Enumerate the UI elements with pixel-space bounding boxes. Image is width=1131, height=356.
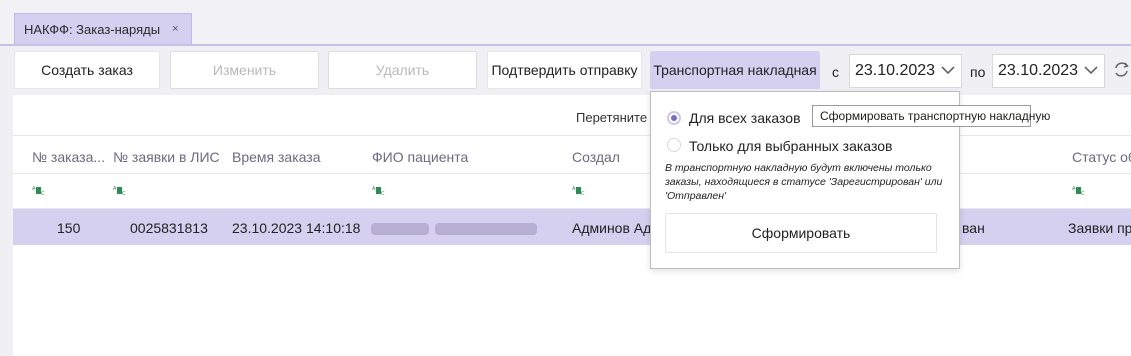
svg-text:A: A — [32, 186, 36, 192]
svg-text:A: A — [113, 186, 117, 192]
radio-all-orders[interactable] — [667, 111, 681, 125]
delete-button[interactable]: Удалить — [328, 51, 477, 89]
date-from-value: 23.10.2023 — [855, 62, 936, 79]
tab-strip: НАКФФ: Заказ-наряды × — [0, 0, 1131, 46]
date-from-input[interactable]: 23.10.2023 — [849, 54, 962, 88]
radio-selected-orders[interactable] — [667, 138, 681, 152]
cell-lis-no: 0025831813 — [130, 220, 208, 236]
generate-button[interactable]: Сформировать — [665, 213, 937, 253]
divider — [13, 173, 1131, 174]
cell-order-status: Заявки пр — [1068, 220, 1131, 236]
svg-text:A: A — [372, 186, 376, 192]
abc-filter-icon[interactable]: AC — [32, 185, 46, 196]
confirm-send-button[interactable]: Подтвердить отправку — [487, 51, 642, 89]
date-to-input[interactable]: 23.10.2023 — [992, 54, 1105, 88]
cell-order-time: 23.10.2023 14:10:18 — [232, 220, 361, 236]
group-panel-hint: Перетяните — [576, 110, 648, 125]
svg-text:C: C — [1081, 191, 1085, 196]
create-order-button[interactable]: Создать заказ — [14, 51, 160, 89]
svg-text:A: A — [1072, 186, 1076, 192]
option-selected-orders-label[interactable]: Только для выбранных заказов — [689, 138, 892, 154]
svg-text:C: C — [122, 191, 126, 196]
svg-text:C: C — [381, 191, 385, 196]
close-icon[interactable]: × — [172, 23, 178, 35]
column-header-lis-no[interactable]: № заявки в ЛИС — [113, 149, 220, 165]
svg-text:C: C — [581, 191, 585, 196]
tab-orders[interactable]: НАКФФ: Заказ-наряды × — [14, 13, 192, 44]
column-header-patient[interactable]: ФИО пациента — [372, 149, 468, 165]
column-header-order-no[interactable]: № заказа... — [32, 149, 105, 165]
chevron-down-icon[interactable] — [1082, 61, 1100, 84]
date-to-value: 23.10.2023 — [998, 62, 1079, 79]
cell-creator: Админов Ад — [572, 220, 652, 236]
date-from-label: с — [832, 64, 839, 80]
column-header-order-status[interactable]: Статус об — [1072, 149, 1131, 165]
option-all-orders-label[interactable]: Для всех заказов — [689, 110, 801, 126]
svg-text:C: C — [41, 191, 45, 196]
svg-text:A: A — [572, 186, 576, 192]
column-header-creator[interactable]: Создал — [572, 149, 620, 165]
blurred-patient-name — [371, 223, 537, 235]
waybill-button[interactable]: Транспортная накладная — [650, 51, 820, 89]
abc-filter-icon[interactable]: AC — [372, 185, 386, 196]
abc-filter-icon[interactable]: AC — [113, 185, 127, 196]
cell-order-no: 150 — [57, 220, 81, 236]
chevron-down-icon[interactable] — [939, 61, 957, 84]
waybill-note: В транспортную накладную будут включены … — [665, 162, 943, 202]
date-to-label: по — [970, 64, 986, 80]
abc-filter-icon[interactable]: AC — [572, 185, 586, 196]
column-header-order-time[interactable]: Время заказа — [232, 149, 320, 165]
cell-status: ван — [962, 220, 985, 236]
divider — [13, 135, 1131, 136]
tab-title: НАКФФ: Заказ-наряды — [24, 21, 161, 37]
edit-button[interactable]: Изменить — [170, 51, 319, 89]
abc-filter-icon[interactable]: AC — [1072, 185, 1086, 196]
tooltip: Сформировать транспортную накладную — [812, 105, 1050, 127]
refresh-icon[interactable] — [1112, 60, 1131, 82]
